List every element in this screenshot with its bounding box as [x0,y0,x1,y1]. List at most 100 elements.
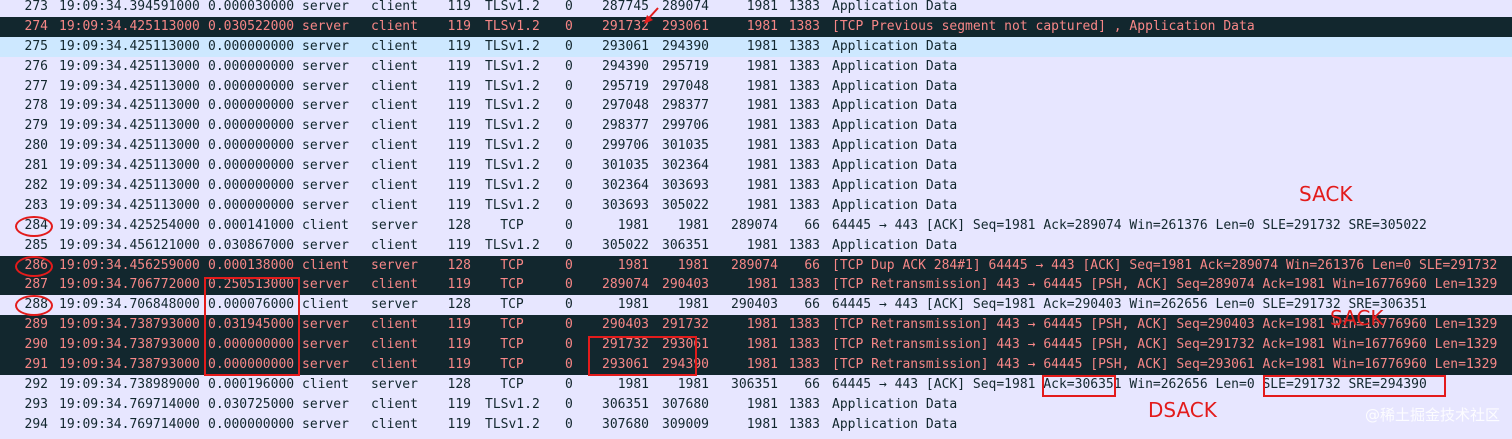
cell-nxt: 294390 [662,357,709,373]
cell-time: 19:09:34.738793000 [59,317,200,333]
packet-row[interactable]: 280 19:09:34.425113000 0.000000000 server cl… [0,136,1512,156]
cell-time: 19:09:34.425254000 [59,217,200,233]
packet-row[interactable]: 278 19:09:34.425113000 0.000000000 server cl… [0,96,1512,116]
cell-info: Application Data [832,197,958,213]
cell-no: 290 [24,337,48,353]
cell-time: 19:09:34.738793000 [59,337,200,353]
cell-dst: client [371,98,418,114]
cell-info: 64445 → 443 [ACK] Seq=1981 Ack=306351 Wi… [832,376,1427,392]
cell-no: 291 [24,357,48,373]
cell-no: 292 [24,376,48,392]
cell-proto: TCP [500,277,524,293]
cell-seq: 295719 [602,78,649,94]
cell-nxt: 301035 [662,138,709,154]
packet-row[interactable]: 279 19:09:34.425113000 0.000000000 server cl… [0,116,1512,136]
cell-seq: 1981 [617,376,649,392]
packet-row[interactable]: 277 19:09:34.425113000 0.000000000 server cl… [0,77,1512,97]
cell-info: Application Data [832,0,958,14]
cell-ack: 1981 [746,237,778,253]
cell-z: 0 [565,178,573,194]
packet-row[interactable]: 276 19:09:34.425113000 0.000000000 server cl… [0,57,1512,77]
cell-no: 277 [24,78,48,94]
cell-src: server [302,78,349,94]
cell-z: 0 [565,38,573,54]
packet-row[interactable]: 294 19:09:34.769714000 0.000000000 server cl… [0,415,1512,435]
cell-z: 0 [565,396,573,412]
cell-src: server [302,0,349,14]
packet-row[interactable]: 284 19:09:34.425254000 0.000141000 client se… [0,216,1512,236]
cell-seq: 289074 [602,277,649,293]
cell-nxt: 306351 [662,237,709,253]
cell-src: server [302,158,349,174]
packet-row[interactable]: 291 19:09:34.738793000 0.000000000 server cl… [0,355,1512,375]
cell-seq: 1981 [617,297,649,313]
cell-z: 0 [565,0,573,14]
packet-row[interactable]: 290 19:09:34.738793000 0.000000000 server cl… [0,335,1512,356]
cell-dst: server [371,376,418,392]
cell-win: 66 [804,376,820,392]
cell-src: server [302,178,349,194]
cell-z: 0 [565,357,573,373]
cell-z: 0 [565,118,573,134]
cell-proto: TCP [500,257,524,273]
cell-src: client [302,217,349,233]
cell-delta: 0.030725000 [208,396,295,412]
cell-seq: 298377 [602,118,649,134]
cell-dst: client [371,58,418,74]
cell-no: 285 [24,237,48,253]
packet-row[interactable]: 292 19:09:34.738989000 0.000196000 client se… [0,375,1512,395]
cell-ack: 1981 [746,277,778,293]
cell-ack: 1981 [746,396,778,412]
cell-time: 19:09:34.706772000 [59,277,200,293]
packet-row[interactable]: 287 19:09:34.706772000 0.250513000 server cl… [0,275,1512,296]
cell-src: client [302,376,349,392]
cell-win: 1383 [788,396,820,412]
packet-row[interactable]: 288 19:09:34.706848000 0.000076000 client se… [0,295,1512,315]
cell-nxt: 1981 [677,297,709,313]
cell-z: 0 [565,58,573,74]
packet-row[interactable]: 293 19:09:34.769714000 0.030725000 server cl… [0,395,1512,415]
cell-no: 288 [24,297,48,313]
packet-row[interactable]: 286 19:09:34.456259000 0.000138000 client se… [0,255,1512,276]
cell-src: server [302,337,349,353]
cell-ack: 306351 [731,376,778,392]
cell-dst: client [371,357,418,373]
packet-row[interactable]: 289 19:09:34.738793000 0.031945000 server cl… [0,315,1512,336]
cell-no: 286 [24,257,48,273]
cell-nxt: 290403 [662,277,709,293]
cell-proto: TCP [500,376,524,392]
cell-seq: 303693 [602,197,649,213]
packet-row[interactable]: 273 19:09:34.394591000 0.000030000 server cl… [0,0,1512,17]
packet-row[interactable]: 274 19:09:34.425113000 0.030522000 server cl… [0,16,1512,37]
cell-dst: client [371,178,418,194]
cell-len: 128 [447,217,471,233]
cell-info: [TCP Retransmission] 443 → 64445 [PSH, A… [832,337,1498,353]
cell-dst: client [371,78,418,94]
cell-len: 119 [447,396,471,412]
cell-len: 119 [447,317,471,333]
cell-info: [TCP Dup ACK 284#1] 64445 → 443 [ACK] Se… [832,257,1498,273]
cell-src: server [302,357,349,373]
cell-len: 119 [447,416,471,432]
cell-src: server [302,18,349,34]
cell-src: server [302,317,349,333]
packet-row[interactable]: 282 19:09:34.425113000 0.000000000 server cl… [0,176,1512,196]
cell-time: 19:09:34.769714000 [59,416,200,432]
cell-ack: 289074 [731,257,778,273]
cell-info: Application Data [832,158,958,174]
cell-info: Application Data [832,38,958,54]
cell-proto: TLSv1.2 [485,158,540,174]
packet-row[interactable]: 281 19:09:34.425113000 0.000000000 server cl… [0,156,1512,176]
cell-len: 128 [447,257,471,273]
packet-row[interactable]: 275 19:09:34.425113000 0.000000000 server cl… [0,36,1512,57]
cell-win: 1383 [788,118,820,134]
packet-row[interactable]: 285 19:09:34.456121000 0.030867000 server cl… [0,236,1512,256]
cell-src: client [302,297,349,313]
cell-len: 128 [447,297,471,313]
cell-info: Application Data [832,396,958,412]
annotation-sack-top: SACK [1299,182,1353,206]
cell-proto: TLSv1.2 [485,138,540,154]
cell-win: 1383 [788,337,820,353]
cell-win: 1383 [788,158,820,174]
packet-row[interactable]: 283 19:09:34.425113000 0.000000000 server cl… [0,196,1512,216]
